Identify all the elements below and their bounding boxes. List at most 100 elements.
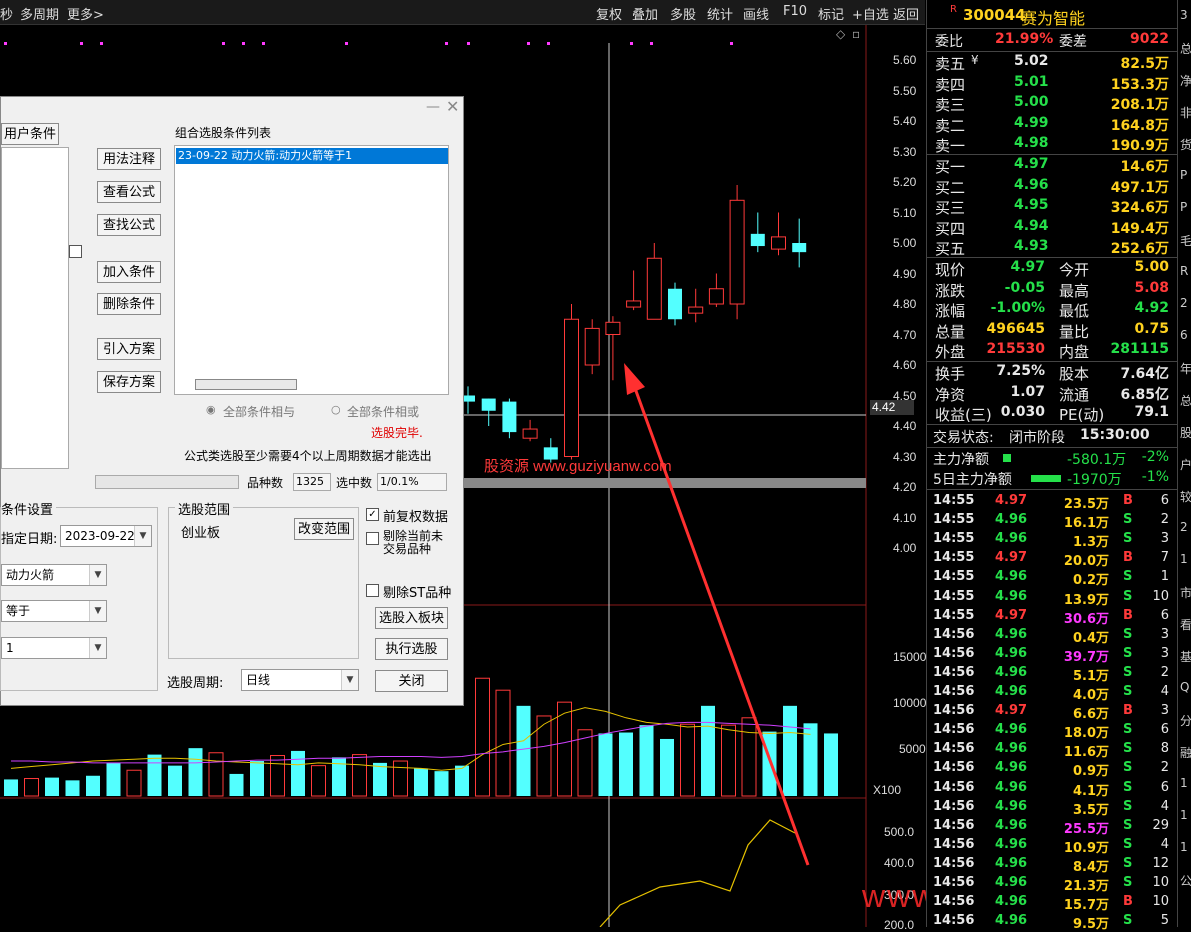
signal-dot — [467, 42, 470, 45]
tick-side: S — [1123, 588, 1133, 604]
quote-label: 涨跌 — [935, 281, 966, 300]
stock-name[interactable]: 赛为智能 — [1021, 5, 1085, 29]
volume-bar-up — [741, 717, 757, 797]
side-strip-char: 2 — [1180, 296, 1188, 310]
asks-row[interactable]: 卖四 5.01 153.3万 — [927, 73, 1177, 94]
bids-row[interactable]: 买三 4.95 324.6万 — [927, 196, 1177, 217]
toolbar-restore-rights[interactable]: 复权 — [596, 4, 622, 23]
formula-tree[interactable] — [1, 147, 69, 469]
fundamental-label: 流通 — [1059, 385, 1090, 404]
toolbar-overlay[interactable]: 叠加 — [632, 4, 658, 23]
tick-price: 4.97 — [995, 607, 1028, 623]
find-formula-button[interactable]: 查找公式 — [97, 214, 161, 236]
chevron-down-icon[interactable]: ▼ — [89, 638, 106, 658]
toolbar-add-watchlist[interactable]: +自选 — [852, 4, 889, 23]
toolbar-more[interactable]: 更多> — [67, 4, 104, 23]
bids-label: 买二 — [935, 178, 966, 197]
close-button[interactable]: 关闭 — [375, 670, 448, 692]
toolbar-f10[interactable]: F10 — [783, 4, 807, 19]
price-axis-tick: 5.30 — [893, 144, 917, 159]
bids-row[interactable]: 买四 4.94 149.4万 — [927, 217, 1177, 238]
asks-row[interactable]: 卖二 4.99 164.8万 — [927, 114, 1177, 135]
exclude-st-checkbox[interactable] — [366, 584, 379, 597]
asks-row[interactable]: 卖一 4.98 190.9万 — [927, 134, 1177, 155]
period-select[interactable]: 日线 ▼ — [241, 669, 359, 691]
date-picker[interactable]: 2023-09-22 ▼ — [60, 525, 152, 547]
close-icon[interactable]: ✕ — [446, 97, 459, 116]
chevron-down-icon[interactable]: ▼ — [89, 601, 106, 621]
operator-select[interactable]: 等于 ▼ — [1, 600, 107, 622]
tick-row: 14:56 4.96 9.5万 S 5 — [927, 912, 1177, 932]
tick-side: S — [1123, 779, 1133, 795]
toolbar-mark[interactable]: 标记 — [818, 4, 844, 23]
radio-and[interactable]: ◉ — [206, 403, 216, 416]
tick-price: 4.96 — [995, 779, 1028, 795]
tick-side: S — [1123, 531, 1133, 547]
volume-bar-down — [229, 773, 244, 796]
asks-row[interactable]: 卖五 ¥5.02 82.5万 — [927, 52, 1177, 73]
save-plan-button[interactable]: 保存方案 — [97, 371, 161, 393]
stock-code[interactable]: 300044 — [963, 6, 1026, 24]
chevron-down-icon[interactable]: ▼ — [134, 526, 151, 546]
tick-price: 4.96 — [995, 569, 1028, 585]
fq-checkbox[interactable]: ✓ — [366, 508, 379, 521]
exclude-untraded-label: 剔除当前未交易品种 — [383, 529, 444, 556]
main-net-value: -580.1万 — [1067, 452, 1127, 468]
progress-bar — [95, 475, 239, 489]
toolbar-draw-line[interactable]: 画线 — [743, 4, 769, 23]
change-range-button[interactable]: 改变范围 — [294, 518, 354, 540]
condition-list[interactable]: 23-09-22 动力火箭:动力火箭等于1 — [174, 145, 449, 395]
quote-value: 4.97 — [1010, 259, 1045, 275]
bids-volume: 149.4万 — [1110, 220, 1169, 237]
toolbar-stats[interactable]: 统计 — [707, 4, 733, 23]
tick-price: 4.96 — [995, 531, 1028, 547]
price-axis-tick: 5.40 — [893, 114, 917, 128]
tick-price: 4.96 — [995, 875, 1028, 890]
side-strip-char: 非 — [1180, 106, 1191, 120]
select-to-block-button[interactable]: 选股入板块 — [375, 607, 448, 629]
bids-row[interactable]: 买一 4.97 14.6万 — [927, 155, 1177, 176]
usage-note-button[interactable]: 用法注释 — [97, 148, 161, 170]
chevron-down-icon[interactable]: ▼ — [341, 670, 358, 690]
bids-row[interactable]: 买五 4.93 252.6万 — [927, 237, 1177, 258]
tree-expand-checkbox[interactable] — [69, 245, 82, 258]
list-title: 组合选股条件列表 — [175, 126, 272, 140]
add-condition-button[interactable]: 加入条件 — [97, 261, 161, 283]
import-plan-button[interactable]: 引入方案 — [97, 338, 161, 360]
volume-bar-down — [455, 765, 469, 796]
exclude-untraded-checkbox[interactable] — [366, 532, 379, 545]
tick-count: 1 — [1160, 569, 1169, 585]
dialog-titlebar[interactable] — [1, 97, 463, 119]
side-strip-char: Q — [1180, 680, 1190, 694]
minimize-icon[interactable]: — — [426, 99, 440, 115]
side-strip-char: 1 — [1180, 840, 1188, 854]
tick-volume: 30.6万 — [1063, 611, 1109, 627]
chevron-down-icon[interactable]: ▼ — [89, 565, 106, 585]
tick-row: 14:55 4.96 0.2万 S 1 — [927, 568, 1177, 588]
asks-row[interactable]: 卖三 5.00 208.1万 — [927, 93, 1177, 114]
list-scrollbar[interactable] — [195, 379, 297, 390]
toolbar-second[interactable]: 秒 — [0, 4, 13, 23]
asks-volume: 208.1万 — [1110, 97, 1169, 114]
volume-bar-down — [86, 775, 100, 796]
radio-or[interactable]: ○ — [331, 403, 341, 416]
tick-count: 4 — [1160, 798, 1169, 814]
tick-time: 14:56 — [933, 875, 975, 890]
indicator-select[interactable]: 动力火箭 ▼ — [1, 564, 107, 586]
toolbar-multi-stock[interactable]: 多股 — [670, 4, 696, 23]
user-condition-tab[interactable]: 用户条件 — [1, 123, 59, 145]
execute-button[interactable]: 执行选股 — [375, 638, 448, 660]
value-select[interactable]: 1 ▼ — [1, 637, 107, 659]
condition-list-item[interactable]: 23-09-22 动力火箭:动力火箭等于1 — [176, 148, 448, 164]
tick-price: 4.96 — [995, 722, 1028, 738]
main5-net-row: 5日主力净额 -1970万 -1% — [927, 468, 1177, 488]
view-formula-button[interactable]: 查看公式 — [97, 181, 161, 203]
bids-row[interactable]: 买二 4.96 497.1万 — [927, 176, 1177, 197]
toolbar-back[interactable]: 返回 — [893, 4, 919, 23]
tick-side: S — [1123, 645, 1133, 661]
delete-condition-button[interactable]: 删除条件 — [97, 293, 161, 315]
tick-row: 14:56 4.96 0.4万 S 3 — [927, 626, 1177, 646]
annotation-arrow-line — [630, 379, 810, 866]
tick-volume: 21.3万 — [1063, 879, 1109, 894]
toolbar-multi-period[interactable]: 多周期 — [20, 4, 59, 23]
